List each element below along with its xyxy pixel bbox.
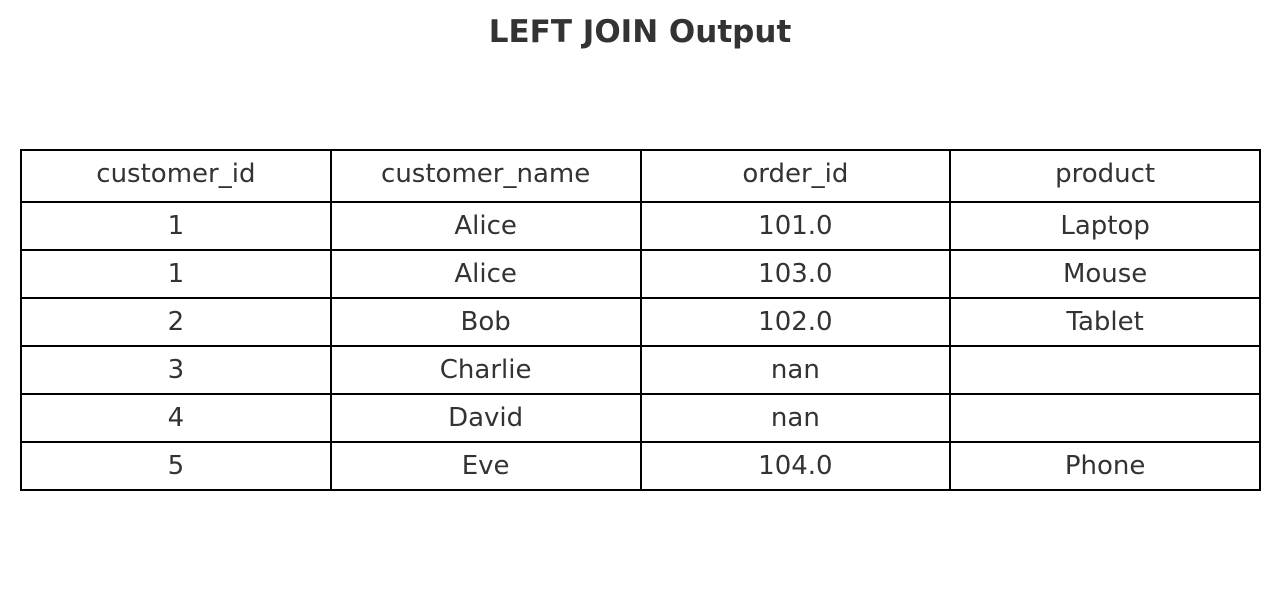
- table-cell: 2: [20, 297, 332, 347]
- table-cell: [949, 393, 1261, 443]
- table-cell: nan: [639, 345, 952, 395]
- table-row: 4 David nan: [20, 393, 1261, 443]
- table-cell: Bob: [329, 297, 642, 347]
- table-cell: 103.0: [639, 249, 952, 299]
- table-row: 3 Charlie nan: [20, 345, 1261, 395]
- table-cell: Phone: [949, 441, 1261, 491]
- table-row: 5 Eve 104.0 Phone: [20, 441, 1261, 491]
- table-cell: David: [329, 393, 642, 443]
- table-cell: 1: [20, 249, 332, 299]
- table-cell: Mouse: [949, 249, 1261, 299]
- table-cell: 4: [20, 393, 332, 443]
- table-cell: Laptop: [949, 201, 1261, 251]
- column-header: customer_id: [20, 149, 332, 203]
- column-header: product: [949, 149, 1261, 203]
- table-cell: Eve: [329, 441, 642, 491]
- table-cell: 5: [20, 441, 332, 491]
- table-cell: nan: [639, 393, 952, 443]
- header-row: customer_id customer_name order_id produ…: [20, 149, 1261, 203]
- column-header: order_id: [639, 149, 952, 203]
- table-cell: Charlie: [329, 345, 642, 395]
- table-row: 1 Alice 103.0 Mouse: [20, 249, 1261, 299]
- table-cell: 102.0: [639, 297, 952, 347]
- table-cell: [949, 345, 1261, 395]
- table-cell: 101.0: [639, 201, 952, 251]
- table-cell: Alice: [329, 201, 642, 251]
- table-cell: 1: [20, 201, 332, 251]
- result-table-container: customer_id customer_name order_id produ…: [20, 149, 1261, 491]
- table-cell: Alice: [329, 249, 642, 299]
- result-table: customer_id customer_name order_id produ…: [20, 149, 1261, 491]
- table-row: 1 Alice 101.0 Laptop: [20, 201, 1261, 251]
- table-title: LEFT JOIN Output: [488, 14, 792, 50]
- column-header: customer_name: [329, 149, 642, 203]
- table-cell: 3: [20, 345, 332, 395]
- table-cell: Tablet: [949, 297, 1261, 347]
- table-row: 2 Bob 102.0 Tablet: [20, 297, 1261, 347]
- table-cell: 104.0: [639, 441, 952, 491]
